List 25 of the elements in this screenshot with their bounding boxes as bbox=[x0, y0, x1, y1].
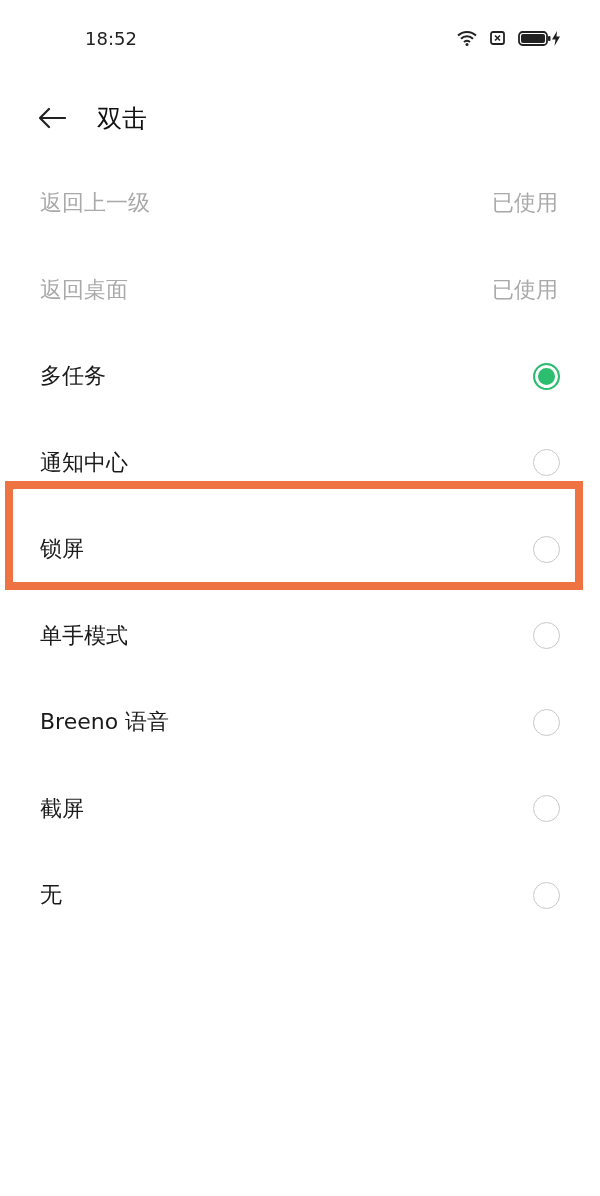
radio-button[interactable] bbox=[533, 622, 560, 650]
radio-button[interactable] bbox=[533, 795, 560, 823]
option-label: 通知中心 bbox=[40, 448, 128, 477]
option-label: 无 bbox=[40, 881, 62, 910]
page-title: 双击 bbox=[97, 102, 147, 135]
radio-button[interactable] bbox=[533, 881, 560, 909]
option-label: 返回上一级 bbox=[40, 189, 150, 218]
option-label: 返回桌面 bbox=[40, 275, 128, 304]
status-label: 已使用 bbox=[492, 189, 558, 218]
radio-button[interactable] bbox=[533, 535, 560, 563]
radio-button[interactable] bbox=[533, 708, 560, 736]
status-label: 已使用 bbox=[492, 275, 558, 304]
option-label: Breeno 语音 bbox=[40, 708, 170, 737]
crossed-box-icon bbox=[490, 31, 505, 45]
option-label: 锁屏 bbox=[40, 535, 84, 564]
option-label: 单手模式 bbox=[40, 621, 128, 650]
battery-icon bbox=[518, 30, 551, 46]
wifi-icon bbox=[457, 30, 477, 46]
radio-button[interactable] bbox=[533, 449, 560, 477]
back-arrow-icon[interactable] bbox=[38, 107, 66, 129]
charging-bolt-icon bbox=[552, 30, 560, 46]
option-label: 多任务 bbox=[40, 362, 106, 391]
radio-button[interactable] bbox=[533, 362, 560, 390]
status-time: 18:52 bbox=[85, 27, 137, 49]
option-label: 截屏 bbox=[40, 794, 84, 823]
